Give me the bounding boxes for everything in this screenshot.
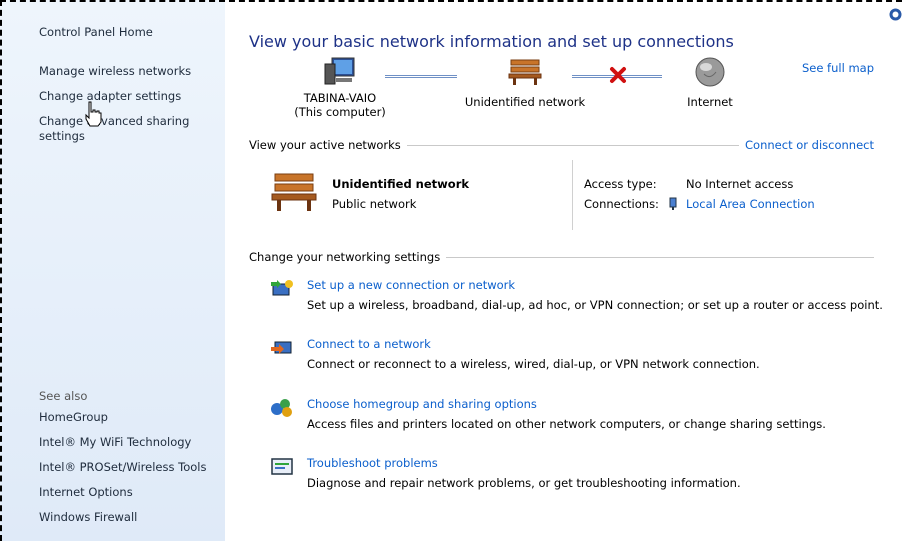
active-network-type-link[interactable]: Public network bbox=[332, 197, 416, 211]
computer-name: TABINA-VAIO bbox=[303, 91, 377, 105]
computer-node[interactable]: TABINA-VAIO (This computer) bbox=[285, 56, 395, 119]
troubleshoot-problems-desc: Diagnose and repair network problems, or… bbox=[307, 476, 741, 490]
section-divider bbox=[446, 256, 874, 258]
homegroup-icon bbox=[271, 399, 292, 417]
active-networks-header: View your active networks Connect or dis… bbox=[249, 138, 874, 152]
setup-new-connection-desc: Set up a wireless, broadband, dial-up, a… bbox=[307, 298, 883, 312]
no-connection-x-icon bbox=[610, 67, 626, 83]
section-divider bbox=[406, 144, 740, 146]
internet-label: Internet bbox=[687, 95, 733, 109]
connect-to-network-link[interactable]: Connect to a network bbox=[307, 337, 431, 351]
new-connection-icon bbox=[271, 280, 293, 296]
internet-node[interactable]: Internet bbox=[665, 56, 755, 109]
setup-new-connection-link[interactable]: Set up a new connection or network bbox=[307, 278, 515, 292]
connect-or-disconnect-link[interactable]: Connect or disconnect bbox=[745, 138, 874, 152]
active-network-panel: Unidentified network Public network Acce… bbox=[249, 160, 874, 230]
manage-wireless-networks-link[interactable]: Manage wireless networks bbox=[39, 64, 191, 79]
local-area-connection-link[interactable]: Local Area Connection bbox=[686, 197, 815, 211]
access-type-value: No Internet access bbox=[686, 177, 794, 191]
help-icon[interactable] bbox=[889, 8, 902, 21]
settings-title: Change your networking settings bbox=[249, 250, 441, 264]
control-panel-home-link[interactable]: Control Panel Home bbox=[39, 25, 153, 40]
see-full-map-link[interactable]: See full map bbox=[802, 61, 874, 75]
hand-cursor-icon bbox=[85, 101, 102, 127]
active-networks-title: View your active networks bbox=[249, 138, 401, 152]
intel-my-wifi-link[interactable]: Intel® My WiFi Technology bbox=[39, 435, 191, 450]
network-node[interactable]: Unidentified network bbox=[460, 56, 590, 109]
change-adapter-settings-link[interactable]: Change adapter settings bbox=[39, 89, 181, 104]
intel-proset-link[interactable]: Intel® PROSet/Wireless Tools bbox=[39, 460, 206, 475]
bench-large-icon bbox=[271, 173, 317, 211]
page-title: View your basic network information and … bbox=[249, 32, 734, 51]
main-content: View your basic network information and … bbox=[225, 0, 902, 541]
windows-firewall-link[interactable]: Windows Firewall bbox=[39, 510, 137, 525]
computer-network-link-line bbox=[385, 75, 457, 78]
active-network-name: Unidentified network bbox=[332, 177, 470, 191]
change-advanced-sharing-link[interactable]: Change advanced sharing settings bbox=[39, 114, 199, 144]
network-label: Unidentified network bbox=[464, 95, 586, 109]
troubleshoot-problems-link[interactable]: Troubleshoot problems bbox=[307, 456, 438, 470]
sidebar: Control Panel Home Manage wireless netwo… bbox=[0, 0, 225, 541]
internet-options-link[interactable]: Internet Options bbox=[39, 485, 133, 500]
settings-header: Change your networking settings bbox=[249, 250, 874, 264]
troubleshoot-icon bbox=[271, 458, 293, 475]
access-type-label: Access type: bbox=[584, 177, 657, 191]
see-also-label: See also bbox=[39, 389, 88, 403]
homegroup-sharing-desc: Access files and printers located on oth… bbox=[307, 417, 826, 431]
connection-adapter-icon bbox=[667, 197, 679, 214]
connect-to-network-desc: Connect or reconnect to a wireless, wire… bbox=[307, 357, 760, 371]
connections-label: Connections: bbox=[584, 197, 659, 211]
panel-divider bbox=[572, 160, 573, 230]
homegroup-sharing-link[interactable]: Choose homegroup and sharing options bbox=[307, 397, 537, 411]
bench-icon bbox=[508, 59, 542, 85]
computer-icon bbox=[324, 57, 355, 85]
computer-sub: (This computer) bbox=[294, 105, 386, 119]
globe-icon bbox=[695, 57, 725, 87]
connect-network-icon bbox=[271, 341, 292, 354]
homegroup-link[interactable]: HomeGroup bbox=[39, 410, 108, 425]
